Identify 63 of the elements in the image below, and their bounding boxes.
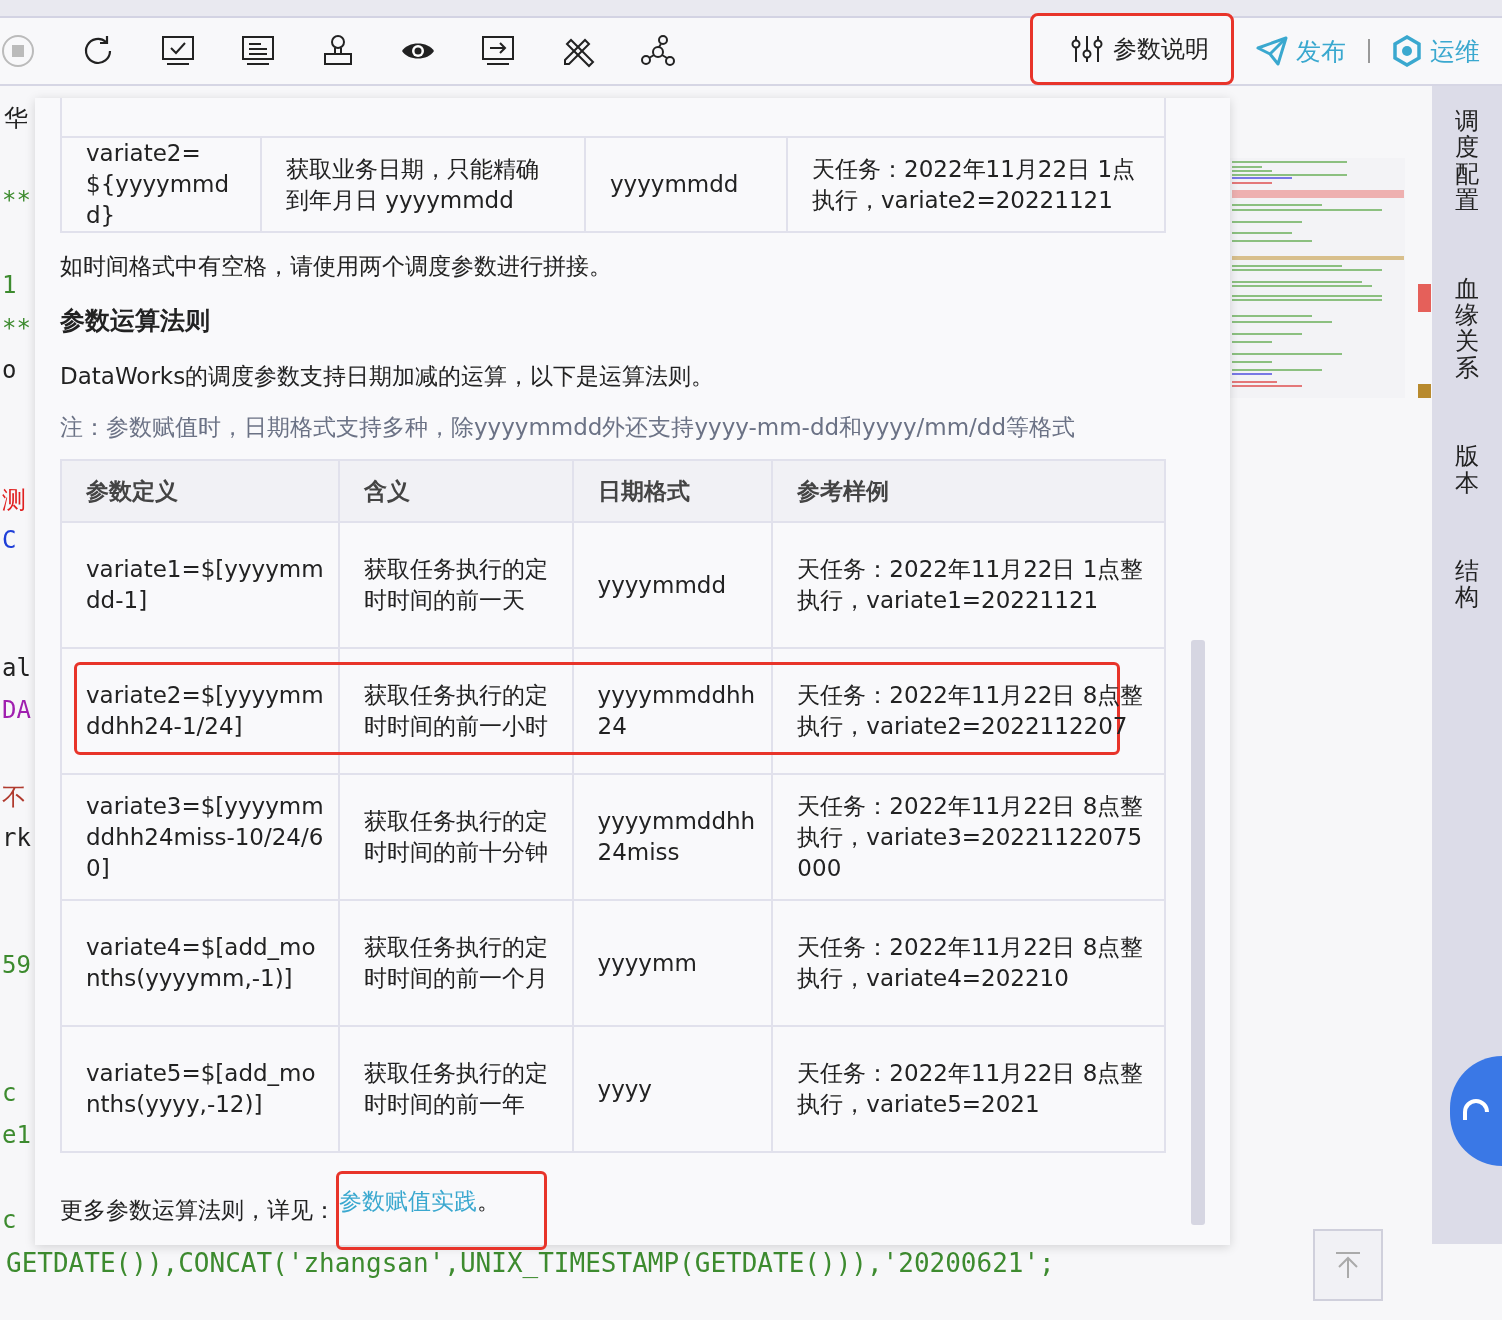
column-header: 日期格式: [572, 460, 773, 522]
table-cell: yyyymmdd: [572, 522, 773, 648]
table-cell: 获取任务执行的定时时间的前一个月: [338, 900, 573, 1026]
column-header: 含义: [338, 460, 573, 522]
table-cell: 获取任务执行的定时时间的前一小时: [338, 648, 573, 774]
table-cell: 天任务：2022年11月22日 8点整执行，variate5=2021: [772, 1026, 1165, 1152]
sidebar-tab[interactable]: 版本: [1455, 443, 1479, 496]
paper-plane-icon: [1256, 36, 1288, 66]
error-marker: [1418, 284, 1431, 312]
code-text: 1: [2, 271, 17, 299]
code-text: DA: [2, 696, 31, 724]
document-icon[interactable]: [241, 34, 275, 68]
table-cell: 天任务：2022年11月22日 1点执行，variate2=20221121: [787, 138, 1165, 232]
code-text: rk: [2, 823, 31, 852]
code-text: **: [2, 313, 31, 342]
code-line: GETDATE()),CONCAT('zhangsan',UNIX_TIMESTAMP(GETDATE())),'20200621';: [6, 1248, 1055, 1278]
table-cell: 获取业务日期，只能精确到年月日 yyyymmdd: [261, 138, 585, 232]
editor-tab[interactable]: 华: [4, 86, 32, 134]
table-cell: 获取任务执行的定时时间的前一年: [338, 1026, 573, 1152]
table-cell: yyyymmddhh24miss: [572, 774, 773, 900]
table-cell: 获取任务执行的定时时间的前一天: [338, 522, 573, 648]
table-cell: yyyymmdd: [585, 138, 787, 232]
column-header: 参考样例: [772, 460, 1165, 522]
sidebar-tab[interactable]: 血缘关系: [1455, 275, 1479, 382]
code-text: c: [2, 1078, 17, 1107]
share-nodes-icon[interactable]: [641, 34, 675, 68]
table-cell: variate1=$[yyyymmdd-1]: [61, 522, 339, 648]
sliders-icon: [1071, 34, 1103, 64]
column-header: 参数定义: [61, 460, 339, 522]
export-icon[interactable]: [481, 34, 515, 68]
intro-text: DataWorks的调度参数支持日期加减的运算，以下是运算法则。: [60, 362, 716, 391]
table-cell: variate2=${yyyymmdd}: [61, 138, 261, 232]
parameter-help-button[interactable]: 参数说明: [1030, 13, 1234, 85]
space-note: 如时间格式中有空格，请使用两个调度参数进行拼接。: [60, 252, 613, 281]
more-text: 更多参数运算法则，详见：: [60, 1196, 336, 1225]
code-text: o: [2, 356, 17, 384]
table-cell: variate5=$[add_months(yyyy,-12)]: [61, 1026, 339, 1152]
monitor-check-icon[interactable]: [161, 34, 195, 68]
table-cell: variate3=$[yyyymmddhh24miss-10/24/60]: [61, 774, 339, 900]
section-heading: 参数运算法则: [60, 305, 211, 337]
warning-marker: [1418, 384, 1431, 398]
table-cell: 天任务：2022年11月22日 1点整执行，variate1=20221121: [772, 522, 1165, 648]
code-text: e1: [2, 1121, 31, 1149]
format-note: 注：参数赋值时，日期格式支持多种，除yyyymmdd外还支持yyyy-mm-dd和yyyy/mm/dd等格式: [60, 413, 1077, 442]
code-text: 测: [2, 484, 26, 516]
code-text: al: [2, 653, 31, 682]
table-cell: 获取任务执行的定时时间的前十分钟: [338, 774, 573, 900]
table-cell: variate4=$[add_months(yyyymm,-1)]: [61, 900, 339, 1026]
table-cell: yyyy: [572, 1026, 773, 1152]
table-cell: 天任务：2022年11月22日 8点整执行，variate4=202210: [772, 900, 1165, 1026]
period-text: 。: [477, 1188, 500, 1214]
sidebar-tab[interactable]: 结构: [1455, 557, 1479, 611]
stamp-icon[interactable]: [321, 34, 355, 68]
code-text: c: [2, 1206, 17, 1234]
table-cell: yyyymmddhh24: [572, 648, 773, 774]
sidebar-tab[interactable]: 调度配置: [1455, 108, 1479, 214]
code-text: C: [2, 526, 17, 554]
arrow-up-icon: [1335, 1251, 1361, 1279]
code-text: 不: [2, 782, 26, 813]
code-text: 59: [2, 951, 31, 979]
code-text: **: [2, 186, 31, 214]
table-cell: 天任务：2022年11月22日 8点整执行，variate3=20221122075000: [772, 774, 1165, 900]
table-cell: yyyymm: [572, 900, 773, 1026]
